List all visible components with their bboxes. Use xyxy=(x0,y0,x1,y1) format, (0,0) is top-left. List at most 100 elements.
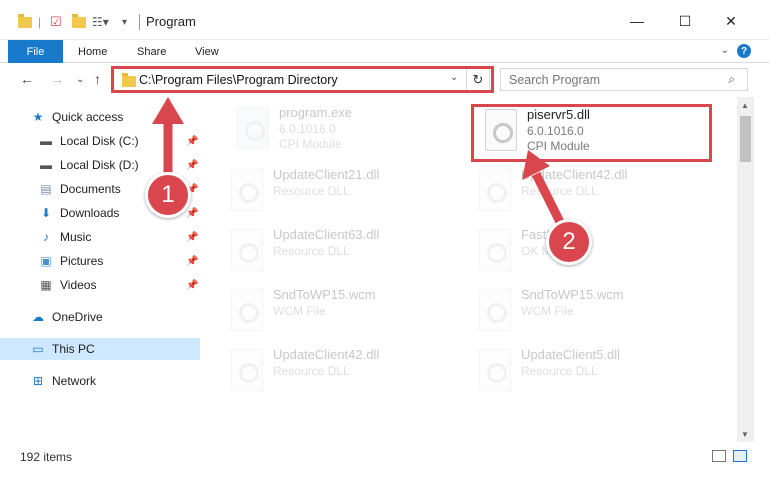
dll-file-icon xyxy=(231,169,263,211)
dll-file-icon xyxy=(479,229,511,271)
onedrive-icon: ☁ xyxy=(32,310,44,324)
drive-icon: ▬ xyxy=(40,134,52,148)
up-arrow-icon[interactable]: ↑ xyxy=(94,71,101,87)
pin-icon[interactable]: 📌 xyxy=(186,232,198,243)
maximize-icon: ☐ xyxy=(678,12,692,29)
tab-view[interactable]: View xyxy=(195,40,219,63)
tab-home[interactable]: Home xyxy=(78,40,107,63)
customize-qa-icon[interactable]: ☷▾ xyxy=(92,12,109,32)
sidebar-item-this-pc[interactable]: ▭ This PC xyxy=(0,338,200,360)
file-description: CPI Module xyxy=(279,137,342,151)
dll-file-icon xyxy=(479,169,511,211)
tab-file[interactable]: File xyxy=(8,40,63,63)
documents-icon: ▤ xyxy=(40,182,52,196)
scroll-down-icon[interactable]: ▼ xyxy=(741,430,749,439)
drive-icon: ▬ xyxy=(40,158,52,172)
file-type: Resource DLL xyxy=(273,184,350,198)
separator: | xyxy=(38,15,42,29)
pin-icon[interactable]: 📌 xyxy=(186,136,198,147)
dll-file-icon xyxy=(231,349,263,391)
vertical-scrollbar[interactable]: ▲ ▼ xyxy=(737,97,754,442)
forward-arrow-icon[interactable]: → xyxy=(50,71,64,87)
large-icons-view-icon[interactable] xyxy=(733,450,747,462)
item-count: 192 items xyxy=(20,450,73,464)
scrollbar-thumb[interactable] xyxy=(740,116,751,162)
window-title: Program xyxy=(146,14,196,29)
file-type: Resource DLL xyxy=(521,364,598,378)
file-name: UpdateClient21.dll xyxy=(273,167,380,182)
wcm-file-icon xyxy=(231,289,263,331)
videos-icon: ▦ xyxy=(40,278,52,292)
star-icon: ★ xyxy=(32,110,44,124)
pin-icon[interactable]: 📌 xyxy=(186,256,198,267)
file-type: Resource DLL xyxy=(273,364,350,378)
title-separator xyxy=(139,14,140,30)
file-version: 6.0.1016.0 xyxy=(279,122,336,136)
details-view-icon[interactable] xyxy=(712,450,726,462)
network-icon: ⊞ xyxy=(32,374,44,388)
tab-share[interactable]: Share xyxy=(137,40,166,63)
file-name: program.exe xyxy=(279,105,352,120)
pin-icon[interactable]: 📌 xyxy=(186,208,198,219)
file-name: UpdateClient63.dll xyxy=(273,227,380,242)
properties-icon[interactable]: ☑ xyxy=(50,12,62,32)
sidebar-item-quick-access[interactable]: ★ Quick access xyxy=(30,106,200,128)
file-name: SndToWP15.wcm xyxy=(521,287,624,302)
file-name: UpdateClient42.dll xyxy=(521,167,628,182)
pin-icon[interactable]: 📌 xyxy=(186,160,198,171)
status-bar: 192 items xyxy=(0,442,769,470)
file-name: SndToWP15.wcm xyxy=(273,287,376,302)
recent-locations-icon[interactable]: ⌄ xyxy=(76,74,84,85)
sidebar-item-local-disk-c[interactable]: ▬ Local Disk (C:) xyxy=(38,130,200,152)
sidebar-item-music[interactable]: ♪ Music xyxy=(38,226,200,248)
music-icon: ♪ xyxy=(43,230,49,244)
file-item[interactable]: UpdateClient5.dll Resource DLL xyxy=(467,345,707,401)
minimize-button[interactable]: — xyxy=(622,8,652,34)
help-icon[interactable]: ? xyxy=(737,44,751,58)
file-type: Resource DLL xyxy=(273,244,350,258)
file-item[interactable]: SndToWP15.wcm WCM File xyxy=(467,285,707,341)
exe-file-icon xyxy=(237,107,269,149)
file-type: WCM File xyxy=(273,304,326,318)
sidebar-item-videos[interactable]: ▦ Videos xyxy=(38,274,200,296)
sidebar-item-onedrive[interactable]: ☁ OneDrive xyxy=(30,306,200,328)
scroll-up-icon[interactable]: ▲ xyxy=(741,101,749,110)
dll-file-icon xyxy=(479,349,511,391)
search-icon: ⌕ xyxy=(728,72,735,86)
file-item[interactable]: SndToWP15.wcm WCM File xyxy=(219,285,459,341)
pc-icon: ▭ xyxy=(32,342,44,356)
navigation-pane: ★ Quick access ▬ Local Disk (C:) ▬ Local… xyxy=(0,100,207,442)
file-item[interactable]: UpdateClient63.dll Resource DLL xyxy=(219,225,459,281)
file-item[interactable]: UpdateClient42.dll Resource DLL xyxy=(467,165,707,221)
pictures-icon: ▣ xyxy=(40,254,52,268)
file-item[interactable]: UpdateClient42.dll Resource DLL xyxy=(219,345,459,401)
file-name: UpdateClient5.dll xyxy=(521,347,621,362)
folder-icon xyxy=(18,12,32,32)
ribbon-tabs: File Home Share View ⌄ ? xyxy=(0,40,769,63)
search-input[interactable] xyxy=(501,69,711,90)
step-1-badge: 1 xyxy=(145,172,191,218)
maximize-button[interactable]: ☐ xyxy=(670,8,700,34)
file-item[interactable]: UpdateClient21.dll Resource DLL xyxy=(219,165,459,221)
new-folder-icon[interactable] xyxy=(72,12,86,32)
file-type: Resource DLL xyxy=(521,184,598,198)
back-arrow-icon[interactable]: ← xyxy=(20,71,34,87)
close-button[interactable]: ✕ xyxy=(716,8,746,34)
pin-icon[interactable]: 📌 xyxy=(186,280,198,291)
close-icon: ✕ xyxy=(725,12,737,29)
title-bar: | ☑ ☷▾ ▾ Program — ☐ ✕ xyxy=(0,0,769,40)
qa-dropdown-icon[interactable]: ▾ xyxy=(122,12,127,32)
downloads-icon: ⬇ xyxy=(40,206,52,220)
file-type: WCM File xyxy=(521,304,574,318)
dll-file-icon xyxy=(231,229,263,271)
step-2-badge: 2 xyxy=(546,219,592,265)
file-name: UpdateClient42.dll xyxy=(273,347,380,362)
file-highlight xyxy=(471,104,712,162)
expand-ribbon-icon[interactable]: ⌄ xyxy=(721,45,729,56)
minimize-icon: — xyxy=(630,13,644,29)
address-bar-highlight xyxy=(111,66,494,93)
sidebar-item-pictures[interactable]: ▣ Pictures xyxy=(38,250,200,272)
file-item[interactable]: program.exe 6.0.1016.0 CPI Module xyxy=(225,103,465,159)
search-box[interactable]: ⌕ xyxy=(500,68,748,91)
sidebar-item-network[interactable]: ⊞ Network xyxy=(30,370,200,392)
